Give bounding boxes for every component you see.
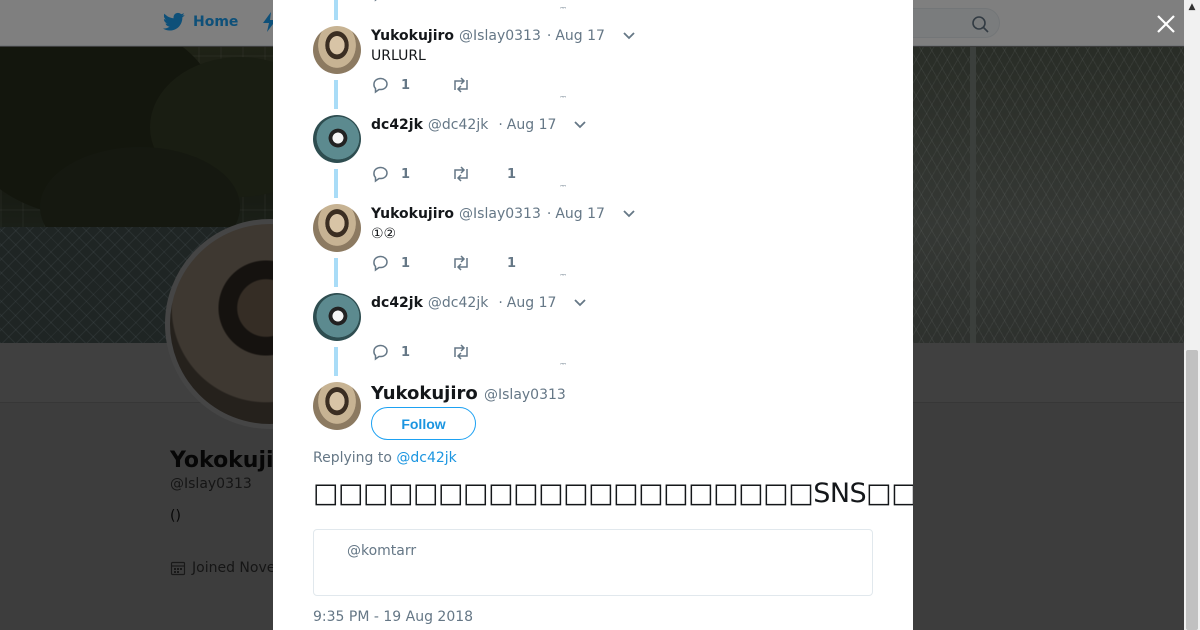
like-count[interactable]: 1 (507, 256, 516, 271)
tweet-permalink-modal: ᵔᵔ Yukokujiro @Islay0313 · Aug 17 URLURL… (273, 0, 913, 630)
separator: · (498, 117, 503, 133)
thread-tweet[interactable]: Yukokujiro @Islay0313 · Aug 17 ①② 1 1 (313, 204, 873, 284)
tweet-text: ①② (371, 226, 397, 242)
tweet-actions: 1 (371, 165, 471, 183)
reply-icon (373, 166, 388, 183)
retweet-button[interactable] (451, 254, 471, 272)
avatar[interactable] (313, 382, 361, 430)
tweet-timestamp[interactable]: Aug 17 (507, 295, 557, 311)
close-icon (1157, 15, 1175, 33)
author-handle[interactable]: @Islay0313 (459, 206, 541, 222)
chevron-down-icon[interactable] (574, 121, 587, 129)
reply-icon (373, 255, 388, 272)
replying-to-link[interactable]: @dc42jk (396, 450, 456, 466)
tweet-header: Yukokujiro @Islay0313 · Aug 17 (371, 28, 635, 44)
follow-button[interactable]: Follow (371, 407, 476, 440)
scrollbar-thumb[interactable] (1186, 350, 1198, 630)
avatar[interactable] (313, 293, 361, 341)
tweet-text: URLURL (371, 48, 426, 64)
author-name[interactable]: dc42jk (371, 295, 423, 311)
author-name[interactable]: Yukokujiro (371, 206, 454, 222)
tweet-timestamp[interactable]: Aug 17 (555, 28, 605, 44)
author-handle[interactable]: @Islay0313 (459, 28, 541, 44)
reply-button[interactable] (371, 0, 391, 2)
reply-button[interactable] (371, 165, 391, 183)
quote-tweet-card[interactable]: @komtarr (313, 529, 873, 596)
tiny-mark: ᵔᵔ (560, 273, 567, 283)
reply-icon (373, 344, 388, 361)
author-name[interactable]: dc42jk (371, 117, 423, 133)
tweet-actions: 1 (371, 76, 471, 94)
tiny-mark: ᵔᵔ (560, 184, 567, 194)
avatar[interactable] (313, 115, 361, 163)
separator: · (498, 295, 503, 311)
reply-button[interactable] (371, 254, 391, 272)
tweet-header: Yukokujiro @Islay0313 · Aug 17 (371, 206, 635, 222)
reply-count: 1 (401, 255, 411, 271)
reply-count: 1 (401, 344, 411, 360)
retweet-button[interactable] (451, 165, 471, 183)
reply-button[interactable] (371, 76, 391, 94)
retweet-icon (454, 344, 468, 360)
reply-count: 1 (401, 77, 411, 93)
retweet-icon (454, 255, 468, 271)
author-handle[interactable]: @Islay0313 (484, 387, 566, 403)
separator: · (546, 28, 552, 44)
replying-to: Replying to @dc42jk (313, 450, 457, 466)
replying-prefix: Replying to (313, 450, 392, 466)
reply-count: 1 (401, 166, 411, 182)
retweet-button[interactable] (451, 343, 471, 361)
tiny-mark: ᵔᵔ (560, 95, 567, 105)
tiny-mark: ᵔᵔ (560, 362, 567, 372)
avatar[interactable] (313, 204, 361, 252)
chevron-down-icon[interactable] (623, 32, 635, 40)
tweet-timestamp[interactable]: Aug 17 (507, 117, 557, 133)
author-handle[interactable]: @dc42jk (428, 295, 488, 311)
like-count[interactable]: 1 (507, 167, 516, 182)
tweet-header: dc42jk @dc42jk · Aug 17 (371, 117, 587, 133)
tweet-actions: 1 (371, 254, 471, 272)
author-name[interactable]: Yukokujiro (371, 28, 454, 44)
reply-button[interactable] (371, 343, 391, 361)
reply-icon (373, 77, 388, 94)
close-modal-button[interactable] (1152, 10, 1180, 38)
quote-mention[interactable]: @komtarr (347, 543, 416, 559)
tweet-datetime[interactable]: 9:35 PM - 19 Aug 2018 (313, 609, 473, 625)
thread-tweet[interactable]: dc42jk @dc42jk · Aug 17 1 1 (313, 115, 873, 195)
chevron-down-icon[interactable] (623, 210, 635, 218)
main-tweet-text: □□□□□□□□□□□□□□□□□□□□SNS□□□□□□□□□□□□□□□□ (313, 478, 913, 509)
author-handle[interactable]: @dc42jk (428, 117, 488, 133)
tweet-header: dc42jk @dc42jk · Aug 17 (371, 295, 587, 311)
retweet-button[interactable] (451, 76, 471, 94)
chevron-down-icon[interactable] (574, 299, 587, 307)
tweet-actions (371, 0, 391, 2)
tweet-partial (313, 0, 873, 4)
scroll-up-arrow-icon[interactable]: ▲ (1184, 0, 1200, 15)
thread-tweet[interactable]: dc42jk @dc42jk · Aug 17 1 (313, 293, 873, 373)
tweet-timestamp[interactable]: Aug 17 (555, 206, 605, 222)
thread-tweet[interactable]: Yukokujiro @Islay0313 · Aug 17 URLURL 1 (313, 26, 873, 106)
author-name[interactable]: Yukokujiro (371, 383, 478, 404)
separator: · (546, 206, 552, 222)
avatar[interactable] (313, 26, 361, 74)
retweet-icon (454, 77, 468, 93)
tweet-actions: 1 (371, 343, 471, 361)
retweet-icon (454, 166, 468, 182)
reply-icon (374, 0, 377, 2)
tiny-mark: ᵔᵔ (560, 6, 567, 16)
